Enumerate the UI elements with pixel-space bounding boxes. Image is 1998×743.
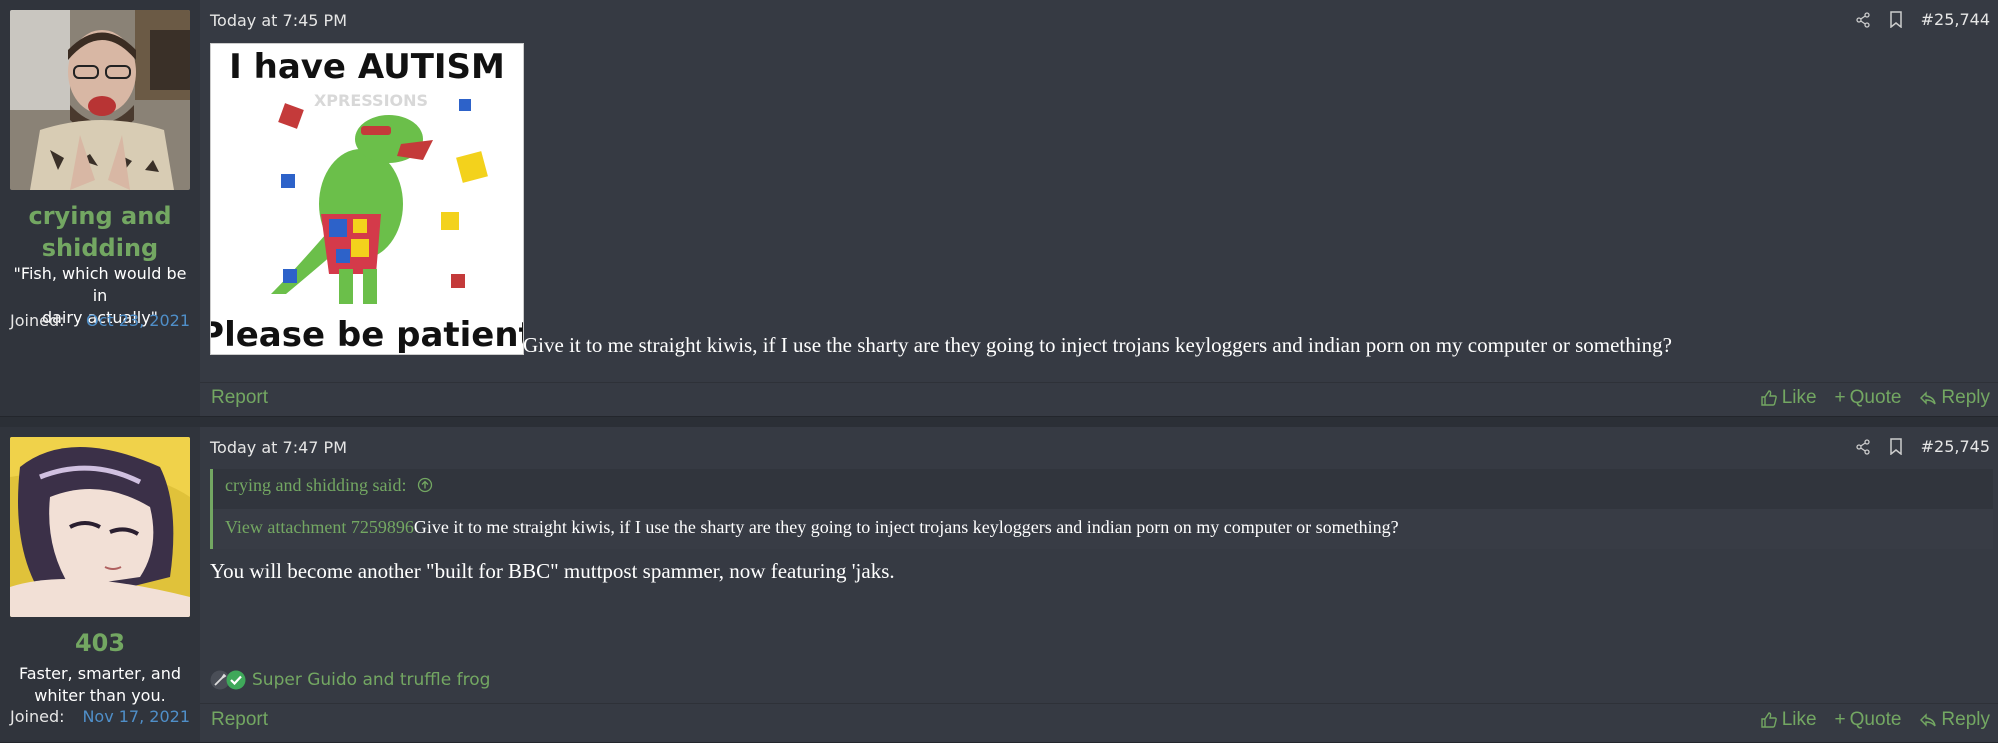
quote-header[interactable]: crying and shidding said: xyxy=(225,475,433,496)
joined-label: Joined: xyxy=(10,311,65,330)
share-icon[interactable] xyxy=(1855,438,1871,455)
report-button[interactable]: Report xyxy=(211,387,268,409)
quote-author[interactable]: crying and shidding said: xyxy=(225,475,406,495)
post-number[interactable]: #25,745 xyxy=(1921,437,1990,456)
check-icon xyxy=(226,670,246,690)
reactions-label[interactable]: Super Guido and truffle frog xyxy=(252,670,490,690)
like-icon xyxy=(1760,712,1777,728)
image-bottom-text: Please be patient xyxy=(211,315,523,354)
quote-attachment-link[interactable]: View attachment 7259896 xyxy=(225,517,414,537)
post-date[interactable]: Today at 7:45 PM xyxy=(210,11,347,30)
share-icon[interactable] xyxy=(1855,11,1871,28)
reactions-bar[interactable]: Super Guido and truffle frog xyxy=(210,670,490,690)
post-meta-actions: #25,745 xyxy=(1855,437,1990,456)
image-watermark: XPRESSIONS xyxy=(314,91,428,110)
quote-block: crying and shidding said: View attachmen… xyxy=(210,469,1993,549)
post-number[interactable]: #25,744 xyxy=(1921,10,1990,29)
quote-label: Quote xyxy=(1849,709,1902,730)
joined-date: Oct 23, 2021 xyxy=(86,311,190,330)
avatar[interactable] xyxy=(10,10,190,190)
quote-label: Quote xyxy=(1849,387,1902,408)
quote-button[interactable]: + Quote xyxy=(1835,387,1902,409)
like-button[interactable]: Like xyxy=(1760,387,1817,409)
reply-button[interactable]: Reply xyxy=(1919,709,1990,731)
joined-date: Nov 17, 2021 xyxy=(82,707,190,726)
footer-divider xyxy=(200,382,1998,383)
footer-divider xyxy=(200,703,1998,704)
like-button[interactable]: Like xyxy=(1760,709,1817,731)
user-title: Faster, smarter, and whiter than you. xyxy=(8,663,192,707)
joined-row: Joined: Nov 17, 2021 xyxy=(10,707,190,726)
reply-icon xyxy=(1920,391,1937,405)
reply-button[interactable]: Reply xyxy=(1919,387,1990,409)
reply-label: Reply xyxy=(1941,387,1990,408)
post-actions: Like + Quote Reply xyxy=(1760,387,1990,409)
quote-plus-icon: + xyxy=(1834,387,1846,408)
username[interactable]: crying and shidding xyxy=(0,200,200,264)
report-button[interactable]: Report xyxy=(211,709,268,731)
user-title-line-1: Faster, smarter, and xyxy=(18,664,181,683)
user-column: 403 Faster, smarter, and whiter than you… xyxy=(0,427,200,742)
user-title-line-1: "Fish, which would be in xyxy=(13,264,187,305)
attached-image[interactable]: I have AUTISM XPRESSIONS Please be patie… xyxy=(210,43,524,355)
reply-label: Reply xyxy=(1941,709,1990,730)
post-date[interactable]: Today at 7:47 PM xyxy=(210,438,347,457)
quote-body: View attachment 7259896Give it to me str… xyxy=(213,509,1993,549)
arrow-up-circle-icon[interactable] xyxy=(417,477,433,493)
username[interactable]: 403 xyxy=(0,627,200,659)
quote-button[interactable]: + Quote xyxy=(1835,709,1902,731)
like-icon xyxy=(1760,390,1777,406)
user-title-line-2: whiter than you. xyxy=(34,686,166,705)
bookmark-icon[interactable] xyxy=(1889,438,1903,455)
post-25745: 403 Faster, smarter, and whiter than you… xyxy=(0,427,1998,743)
like-label: Like xyxy=(1781,709,1817,730)
username-line-1[interactable]: crying and xyxy=(0,200,200,232)
post-25744: crying and shidding "Fish, which would b… xyxy=(0,0,1998,417)
quote-text: Give it to me straight kiwis, if I use t… xyxy=(413,517,1399,537)
reply-icon xyxy=(1920,713,1937,727)
post-meta-actions: #25,744 xyxy=(1855,10,1990,29)
user-column: crying and shidding "Fish, which would b… xyxy=(0,0,200,416)
like-label: Like xyxy=(1781,387,1817,408)
joined-label: Joined: xyxy=(10,707,65,726)
quote-plus-icon: + xyxy=(1834,709,1846,730)
post-actions: Like + Quote Reply xyxy=(1760,709,1990,731)
avatar[interactable] xyxy=(10,437,190,617)
username-line-2[interactable]: shidding xyxy=(0,232,200,264)
joined-row: Joined: Oct 23, 2021 xyxy=(10,311,190,330)
image-top-text: I have AUTISM xyxy=(229,47,505,87)
post-body: You will become another "built for BBC" … xyxy=(210,559,895,583)
bookmark-icon[interactable] xyxy=(1889,11,1903,28)
post-body: Give it to me straight kiwis, if I use t… xyxy=(523,333,1672,357)
